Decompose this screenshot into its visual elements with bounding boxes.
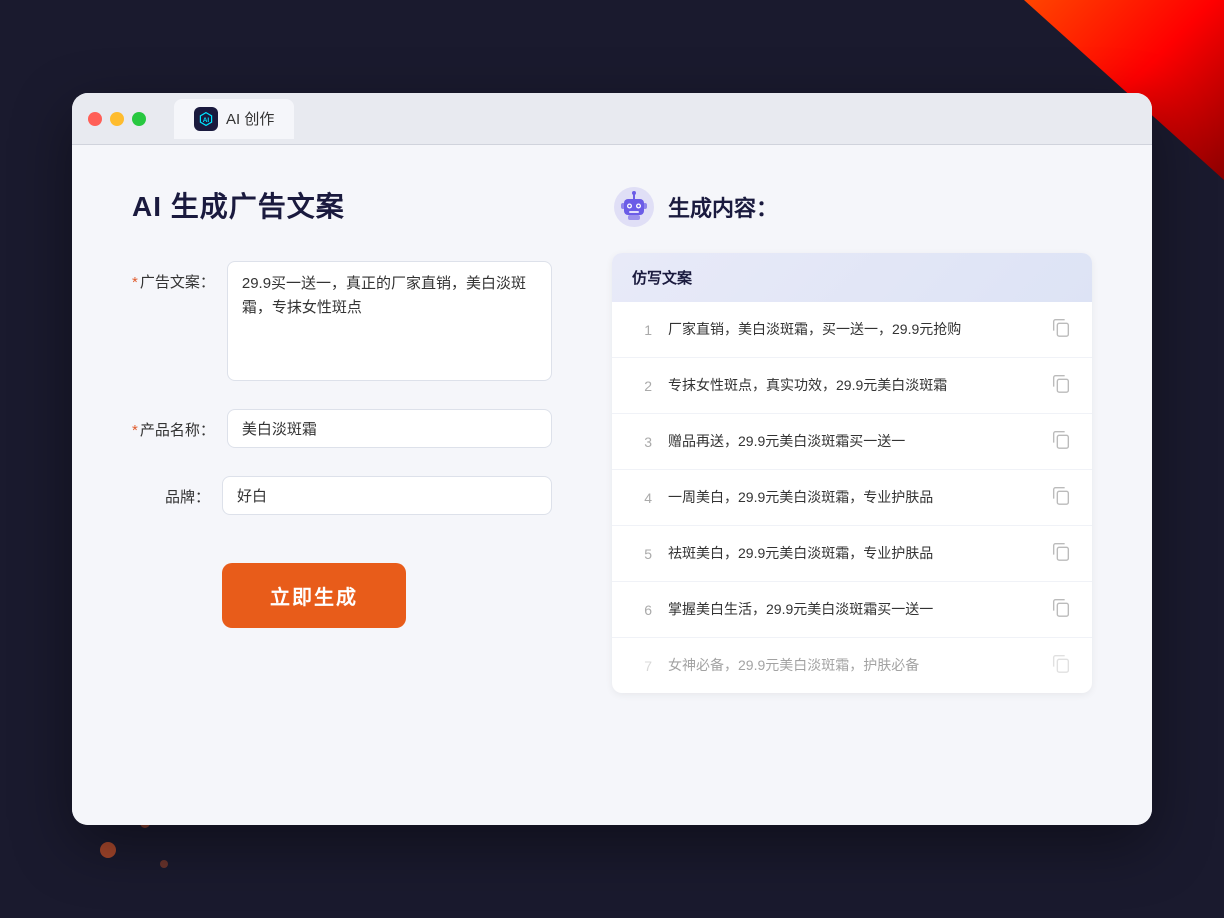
copy-icon[interactable]	[1050, 372, 1072, 399]
close-button[interactable]	[88, 112, 102, 126]
result-row: 6 掌握美白生活，29.9元美白淡斑霜买一送一	[612, 582, 1092, 638]
result-number: 5	[632, 546, 652, 562]
browser-window: AI AI 创作 AI 生成广告文案 *广告文案： *产品名称：	[72, 93, 1152, 825]
generate-button[interactable]: 立即生成	[222, 563, 406, 628]
brand-label: 品牌：	[132, 476, 222, 507]
product-name-group: *产品名称：	[132, 409, 552, 448]
title-bar: AI AI 创作	[72, 93, 1152, 145]
product-name-input[interactable]	[227, 409, 552, 448]
results-header: 仿写文案	[612, 253, 1092, 302]
decorative-dot-3	[160, 860, 168, 868]
ad-copy-required: *	[132, 274, 138, 291]
brand-group: 品牌：	[132, 476, 552, 515]
main-content: AI 生成广告文案 *广告文案： *产品名称： 品牌： 立即生成	[72, 145, 1152, 825]
copy-icon[interactable]	[1050, 316, 1072, 343]
result-row: 1 厂家直销，美白淡斑霜，买一送一，29.9元抢购	[612, 302, 1092, 358]
result-row: 7 女神必备，29.9元美白淡斑霜，护肤必备	[612, 638, 1092, 693]
result-number: 4	[632, 490, 652, 506]
copy-icon[interactable]	[1050, 596, 1072, 623]
minimize-button[interactable]	[110, 112, 124, 126]
ai-tab-icon: AI	[194, 107, 218, 131]
maximize-button[interactable]	[132, 112, 146, 126]
result-row: 2 专抹女性斑点，真实功效，29.9元美白淡斑霜	[612, 358, 1092, 414]
result-text: 掌握美白生活，29.9元美白淡斑霜买一送一	[668, 599, 1034, 620]
right-header: 生成内容：	[612, 185, 1092, 229]
result-text: 祛斑美白，29.9元美白淡斑霜，专业护肤品	[668, 543, 1034, 564]
ad-copy-input[interactable]	[227, 261, 552, 381]
robot-icon	[612, 185, 656, 229]
result-number: 7	[632, 658, 652, 674]
result-text: 厂家直销，美白淡斑霜，买一送一，29.9元抢购	[668, 319, 1034, 340]
result-number: 2	[632, 378, 652, 394]
result-number: 3	[632, 434, 652, 450]
result-number: 1	[632, 322, 652, 338]
page-title: AI 生成广告文案	[132, 185, 552, 225]
ai-tab[interactable]: AI AI 创作	[174, 99, 294, 139]
brand-input[interactable]	[222, 476, 552, 515]
results-list: 1 厂家直销，美白淡斑霜，买一送一，29.9元抢购 2 专抹女性斑点，真实功效，29…	[612, 302, 1092, 693]
copy-icon[interactable]	[1050, 428, 1072, 455]
result-text: 专抹女性斑点，真实功效，29.9元美白淡斑霜	[668, 375, 1034, 396]
result-text: 赠品再送，29.9元美白淡斑霜买一送一	[668, 431, 1034, 452]
product-name-required: *	[132, 422, 138, 439]
product-name-label: *产品名称：	[132, 409, 227, 440]
tab-label: AI 创作	[226, 108, 274, 129]
window-controls	[88, 112, 146, 126]
decorative-dot-1	[100, 842, 116, 858]
result-row: 4 一周美白，29.9元美白淡斑霜，专业护肤品	[612, 470, 1092, 526]
left-panel: AI 生成广告文案 *广告文案： *产品名称： 品牌： 立即生成	[132, 185, 552, 775]
result-text: 一周美白，29.9元美白淡斑霜，专业护肤品	[668, 487, 1034, 508]
results-table: 仿写文案 1 厂家直销，美白淡斑霜，买一送一，29.9元抢购 2 专抹女性斑点，真实…	[612, 253, 1092, 693]
result-row: 5 祛斑美白，29.9元美白淡斑霜，专业护肤品	[612, 526, 1092, 582]
right-panel: 生成内容： 仿写文案 1 厂家直销，美白淡斑霜，买一送一，29.9元抢购 2 专抹女…	[612, 185, 1092, 775]
tab-area: AI AI 创作	[174, 99, 294, 139]
result-number: 6	[632, 602, 652, 618]
copy-icon[interactable]	[1050, 652, 1072, 679]
result-text: 女神必备，29.9元美白淡斑霜，护肤必备	[668, 655, 1034, 676]
svg-text:AI: AI	[203, 117, 210, 124]
copy-icon[interactable]	[1050, 484, 1072, 511]
ad-copy-label: *广告文案：	[132, 261, 227, 292]
right-panel-title: 生成内容：	[668, 191, 778, 223]
result-row: 3 赠品再送，29.9元美白淡斑霜买一送一	[612, 414, 1092, 470]
copy-icon[interactable]	[1050, 540, 1072, 567]
ad-copy-group: *广告文案：	[132, 261, 552, 381]
